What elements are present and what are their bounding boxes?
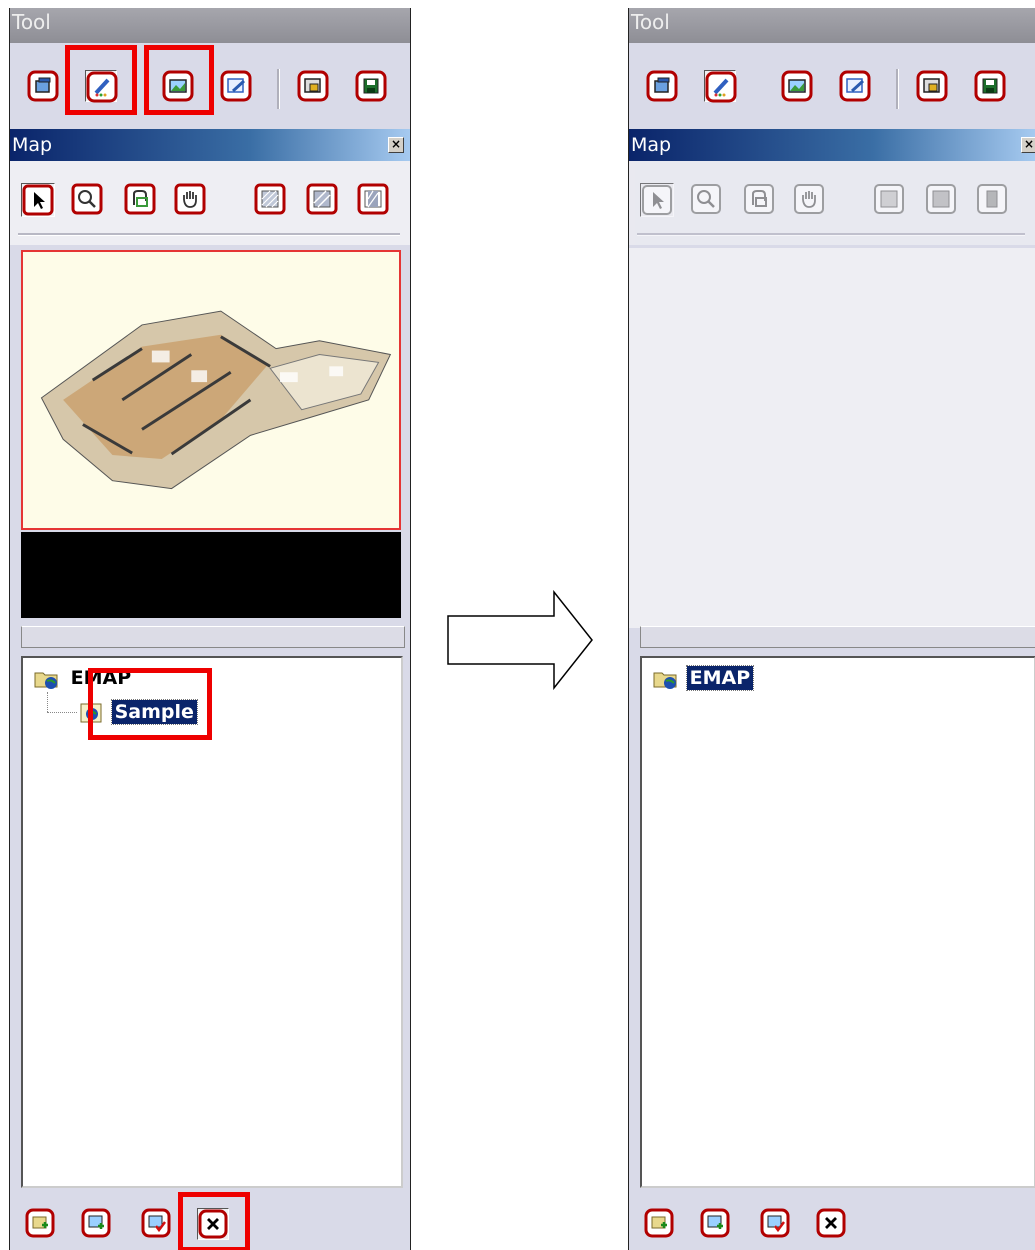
right-panel: Tool Map × EMAP xyxy=(628,8,1035,1250)
hand-icon[interactable] xyxy=(174,183,206,215)
pattern1-icon[interactable] xyxy=(873,183,905,215)
add-map-icon[interactable] xyxy=(81,1208,111,1238)
zoom-in-icon[interactable] xyxy=(690,183,722,215)
folder-globe-icon xyxy=(653,672,677,689)
tool-titlebar: Tool xyxy=(10,8,410,43)
pattern2-icon[interactable] xyxy=(306,183,338,215)
edit-note-icon[interactable] xyxy=(839,70,871,102)
delete-icon[interactable] xyxy=(816,1208,846,1238)
zoom-in-icon[interactable] xyxy=(71,183,103,215)
map-preview[interactable] xyxy=(21,250,401,530)
map-image-icon[interactable] xyxy=(162,70,194,102)
zoom-out-icon[interactable] xyxy=(743,183,775,215)
tree-node-label: EMAP xyxy=(685,665,755,691)
horizontal-scrollbar[interactable] xyxy=(21,626,405,648)
check-map-icon[interactable] xyxy=(141,1208,171,1238)
map-tree: EMAP Sample xyxy=(21,656,403,1188)
tree-node-emap[interactable]: EMAP xyxy=(33,666,134,690)
tree-node-label: EMAP xyxy=(70,667,132,689)
close-icon[interactable]: × xyxy=(1021,137,1035,153)
lock-icon[interactable] xyxy=(916,70,948,102)
tree-connector xyxy=(47,692,49,712)
tree-node-sample[interactable]: Sample xyxy=(79,699,198,725)
right-arrow-icon xyxy=(447,589,593,691)
tool-toolbar xyxy=(10,43,410,129)
window-icon[interactable] xyxy=(646,70,678,102)
window-icon[interactable] xyxy=(27,70,59,102)
left-panel: Tool Map × EMAP Sample xyxy=(9,8,411,1250)
tree-connector xyxy=(47,712,77,714)
add-folder-icon[interactable] xyxy=(25,1208,55,1238)
preview-caption-bar xyxy=(21,532,401,618)
edit-pencil-icon[interactable] xyxy=(85,70,118,103)
tree-node-emap[interactable]: EMAP xyxy=(652,665,755,691)
map-toolbar xyxy=(10,161,410,245)
map-toolbar xyxy=(629,161,1035,245)
tree-node-label: Sample xyxy=(110,699,198,725)
map-toolbar-separator xyxy=(637,233,1025,236)
map-toolbar-separator xyxy=(18,233,400,236)
floor-plan-image xyxy=(40,310,392,490)
save-icon[interactable] xyxy=(355,70,387,102)
tool-titlebar: Tool xyxy=(629,8,1035,43)
tool-toolbar xyxy=(629,43,1035,129)
check-map-icon[interactable] xyxy=(760,1208,790,1238)
pattern3-icon[interactable] xyxy=(357,183,389,215)
edit-note-icon[interactable] xyxy=(220,70,252,102)
zoom-out-icon[interactable] xyxy=(124,183,156,215)
pattern1-icon[interactable] xyxy=(254,183,286,215)
add-folder-icon[interactable] xyxy=(644,1208,674,1238)
lock-icon[interactable] xyxy=(297,70,329,102)
map-title-label: Map xyxy=(12,134,53,156)
map-preview-empty xyxy=(629,248,1035,628)
save-icon[interactable] xyxy=(974,70,1006,102)
map-tree: EMAP xyxy=(640,656,1035,1188)
close-icon[interactable]: × xyxy=(388,137,404,153)
add-map-icon[interactable] xyxy=(700,1208,730,1238)
folder-globe-icon xyxy=(34,672,58,689)
pointer-icon[interactable] xyxy=(21,183,55,217)
delete-icon[interactable] xyxy=(197,1208,229,1240)
bottom-toolbar xyxy=(10,1190,410,1250)
globe-icon xyxy=(80,703,102,722)
pointer-icon[interactable] xyxy=(640,183,674,217)
map-image-icon[interactable] xyxy=(781,70,813,102)
toolbar-separator xyxy=(277,69,280,109)
hand-icon[interactable] xyxy=(793,183,825,215)
pattern2-icon[interactable] xyxy=(925,183,957,215)
horizontal-scrollbar[interactable] xyxy=(640,626,1035,648)
pattern3-icon[interactable] xyxy=(976,183,1008,215)
bottom-toolbar xyxy=(629,1190,1035,1250)
map-titlebar: Map × xyxy=(10,129,410,161)
map-title-label: Map xyxy=(631,134,672,156)
edit-pencil-icon[interactable] xyxy=(704,70,737,103)
map-titlebar: Map × xyxy=(629,129,1035,161)
toolbar-separator xyxy=(896,69,899,109)
